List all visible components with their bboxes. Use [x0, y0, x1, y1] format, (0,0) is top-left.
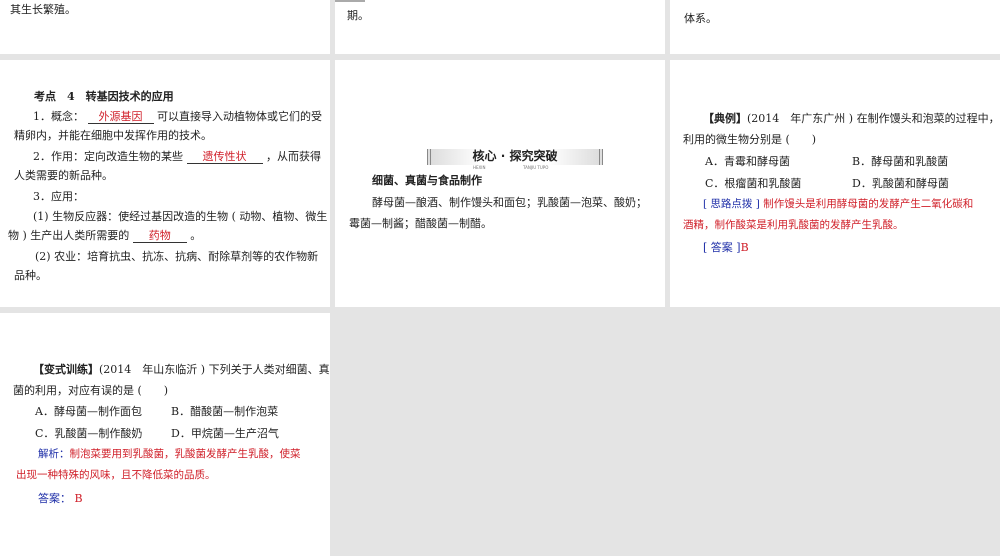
option-a: A．酵母菌—制作面包 [35, 405, 142, 418]
text-line: (2) 农业：培育抗虫、抗冻、抗病、耐除草剂等的农作物新 [35, 250, 319, 263]
answer-blank: 外源基因 [87, 110, 154, 124]
hint-text: 制作馒头是利用酵母菌的发酵产生二氧化碳和 [763, 198, 974, 210]
answer-tag: 答案： [38, 492, 71, 505]
option-b: B．醋酸菌—制作泡菜 [171, 405, 279, 418]
question-text: 菌的利用，对应有误的是 ( ) [13, 384, 169, 397]
option-a: A．青霉和酵母菌 [705, 155, 790, 168]
text: 2．作用：定向改造生物的某些 [33, 150, 183, 163]
slide-7: 【变式训练】(2014 年山东临沂 ) 下列关于人类对细菌、真 菌的利用，对应有… [0, 313, 330, 556]
question-text: 利用的微生物分别是 ( ) [683, 133, 817, 146]
text-line: 霉菌—制酱；醋酸菌—制醋。 [349, 217, 492, 230]
section-heading: 细菌、真菌与食品制作 [372, 174, 482, 187]
option-c: C．根瘤菌和乳酸菌 [705, 177, 802, 190]
answer-value: B [740, 241, 749, 254]
question-text: (2014 年山东临沂 ) 下列关于人类对细菌、真 [99, 363, 330, 376]
answer-tag: [ 答案 ] [703, 241, 741, 254]
text: ，从而获得 [266, 150, 321, 163]
text: 物 ) 生产出人类所需要的 [8, 229, 130, 242]
text-line: 体系。 [684, 12, 717, 25]
answer-blank: 药物 [132, 229, 187, 243]
exercise-tag: 【变式训练】 [33, 363, 99, 376]
slide-2: 期。 [335, 0, 665, 54]
text: 。 [190, 229, 202, 242]
text-line: 精卵内，并能在细胞中发挥作用的技术。 [14, 129, 212, 142]
slide-3: 体系。 [670, 0, 1000, 54]
section-title: 考点 4 转基因技术的应用 [34, 90, 174, 103]
banner-subtitle: TANJIU TUPO [523, 165, 549, 170]
option-d: D．甲烷菌—生产沼气 [171, 427, 279, 440]
text-line: 3．应用： [33, 190, 84, 203]
text: 1．概念： [33, 110, 84, 123]
text-line: (1) 生物反应器：使经过基因改造的生物 ( 动物、植物、微生 [33, 210, 328, 223]
slide-6: 【典例】(2014 年广东广州 ) 在制作馒头和泡菜的过程中， 利用的微生物分别… [670, 60, 1000, 307]
explanation-tag: 解析： [38, 448, 70, 460]
hint-tag: [ 思路点拨 ] [703, 198, 760, 210]
text-line: 酵母菌—酿酒、制作馒头和面包；乳酸菌—泡菜、酸奶； [372, 196, 647, 209]
slide-4: 考点 4 转基因技术的应用 1．概念： 外源基因 可以直接导入动植物体或它们的受… [0, 60, 330, 307]
explanation-text: 出现一种特殊的风味，且不降低菜的品质。 [16, 469, 216, 481]
text-line: 其生长繁殖。 [10, 3, 76, 16]
question-text: (2014 年广东广州 ) 在制作馒头和泡菜的过程中， [747, 112, 1000, 125]
hint-text: 酒精，制作酸菜是利用乳酸菌的发酵产生乳酸。 [683, 219, 904, 231]
slide-5: 核心 · 探究突破 HEXIN TANJIU TUPO 细菌、真菌与食品制作 酵母菌… [335, 60, 665, 307]
underline-fragment [335, 0, 365, 2]
section-banner: 核心 · 探究突破 HEXIN TANJIU TUPO [427, 149, 603, 170]
text-line: 品种。 [14, 269, 47, 282]
answer-blank: 遗传性状 [186, 150, 263, 164]
example-tag: 【典例】 [703, 112, 747, 125]
slide-1: 其生长繁殖。 [0, 0, 330, 54]
text-line: 期。 [347, 9, 369, 22]
text-line: 人类需要的新品种。 [14, 169, 113, 182]
option-b: B．酵母菌和乳酸菌 [852, 155, 949, 168]
option-c: C．乳酸菌—制作酸奶 [35, 427, 143, 440]
explanation-text: 制泡菜要用到乳酸菌，乳酸菌发酵产生乳酸，使菜 [69, 448, 301, 460]
text: 可以直接导入动植物体或它们的受 [157, 110, 322, 123]
option-d: D．乳酸菌和酵母菌 [852, 177, 949, 190]
answer-value: B [74, 492, 83, 505]
